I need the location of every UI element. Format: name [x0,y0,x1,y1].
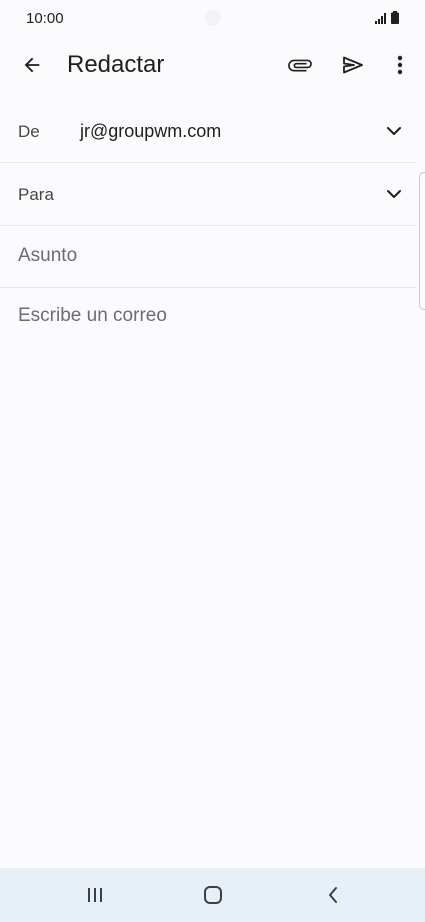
back-button[interactable] [16,49,48,81]
more-options-button[interactable] [384,49,416,81]
chevron-down-icon [387,190,401,198]
body-input[interactable]: Escribe un correo [18,305,167,327]
back-icon [329,887,337,903]
status-time: 10:00 [26,10,64,27]
signal-icon [375,11,387,29]
from-field[interactable]: De jr@groupwm.com [0,100,416,163]
send-icon [343,56,363,74]
subject-placeholder[interactable]: Asunto [18,245,77,267]
send-button[interactable] [337,49,369,81]
scrollbar[interactable] [419,172,425,310]
from-expand-button[interactable] [380,117,408,145]
recent-apps-icon [88,888,102,902]
battery-icon [391,11,399,29]
system-nav-bar [0,868,425,922]
compose-toolbar: Redactar [0,36,425,96]
status-icons [375,11,399,29]
paperclip-icon [288,59,312,72]
recent-apps-button[interactable] [77,877,113,913]
home-icon [204,886,222,904]
subject-field[interactable]: Asunto [0,226,416,288]
nav-back-button[interactable] [315,877,351,913]
from-label: De [18,122,40,141]
to-field[interactable]: Para [0,163,416,226]
more-vert-icon [397,55,403,75]
to-label: Para [18,185,54,204]
attach-button[interactable] [284,49,316,81]
home-button[interactable] [195,877,231,913]
status-bar: 10:00 [0,0,425,36]
from-value[interactable]: jr@groupwm.com [80,121,221,142]
chevron-down-icon [387,127,401,135]
camera-cutout [205,10,221,26]
page-title: Redactar [67,51,165,78]
to-expand-button[interactable] [380,180,408,208]
back-arrow-icon [24,57,40,73]
